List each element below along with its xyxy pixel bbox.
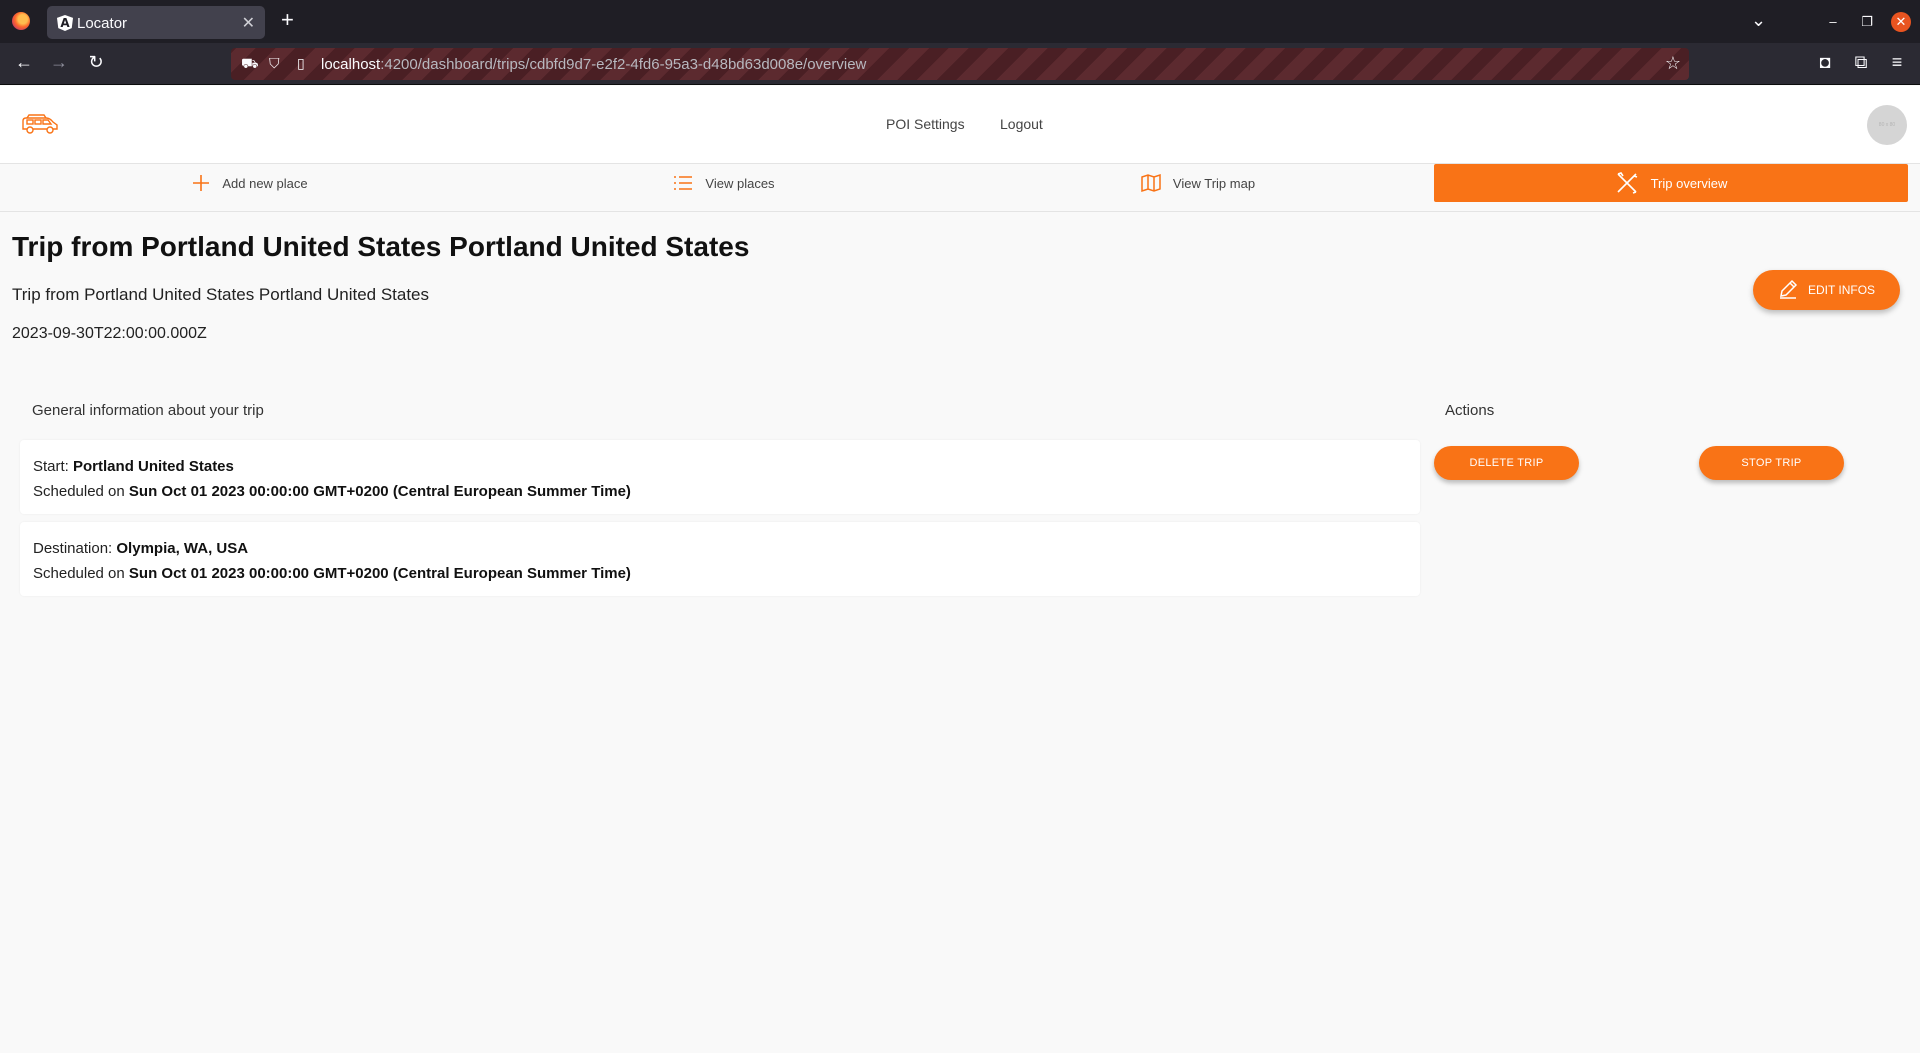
stop-trip-button[interactable]: STOP TRIP bbox=[1699, 446, 1844, 480]
app-header: POI Settings Logout 80 x 80 bbox=[0, 86, 1920, 164]
tab-close-icon[interactable]: ✕ bbox=[242, 13, 255, 33]
tab-view-trip-map[interactable]: View Trip map bbox=[961, 164, 1435, 202]
start-schedule: Sun Oct 01 2023 00:00:00 GMT+0200 (Centr… bbox=[128, 483, 631, 500]
destination-schedule-line: Scheduled on Sun Oct 01 2023 00:00:00 GM… bbox=[33, 565, 631, 582]
tab-trip-overview[interactable]: Trip overview bbox=[1434, 164, 1908, 202]
page-title: Trip from Portland United States Portlan… bbox=[12, 231, 750, 262]
shield-icon[interactable]: ⛉ bbox=[269, 55, 280, 72]
browser-tabbar: A Locator ✕ + ⌄ – ❐ ✕ bbox=[0, 0, 1920, 43]
trip-subnav: Add new place View places View Trip map … bbox=[0, 164, 1920, 212]
window-close-icon[interactable]: ✕ bbox=[1891, 12, 1911, 32]
tools-icon bbox=[1615, 171, 1639, 195]
tab-label: Trip overview bbox=[1650, 175, 1728, 191]
poi-settings-link[interactable]: POI Settings bbox=[886, 116, 965, 132]
start-line: Start: Portland United States bbox=[33, 458, 234, 475]
tab-label: View Trip map bbox=[1172, 175, 1256, 191]
edit-infos-button[interactable]: EDIT INFOS bbox=[1753, 270, 1900, 310]
pencil-icon bbox=[1778, 279, 1798, 302]
browser-tab[interactable]: A Locator ✕ bbox=[47, 6, 265, 39]
delete-trip-button[interactable]: DELETE TRIP bbox=[1434, 446, 1579, 480]
new-tab-icon[interactable]: + bbox=[281, 9, 294, 31]
start-card: Start: Portland United States Scheduled … bbox=[20, 440, 1420, 514]
actions-title: Actions bbox=[1445, 402, 1495, 419]
browser-navbar: ← → ↻ ⛟ ⛉ ▯ localhost:4200/dashboard/tri… bbox=[0, 43, 1920, 85]
avatar[interactable]: 80 x 80 bbox=[1867, 105, 1907, 145]
start-schedule-line: Scheduled on Sun Oct 01 2023 00:00:00 GM… bbox=[33, 483, 631, 500]
list-all-tabs-icon[interactable]: ⌄ bbox=[1751, 10, 1766, 31]
map-icon bbox=[1141, 173, 1161, 193]
url-text[interactable]: localhost:4200/dashboard/trips/cdbfd9d7-… bbox=[321, 56, 866, 73]
back-icon[interactable]: ← bbox=[12, 52, 36, 73]
trip-date: 2023-09-30T22:00:00.000Z bbox=[12, 325, 207, 342]
extensions-icon[interactable]: ⧉ bbox=[1849, 52, 1873, 73]
firefox-logo-icon[interactable] bbox=[12, 12, 30, 30]
start-place: Portland United States bbox=[73, 458, 234, 475]
restore-icon[interactable]: ❐ bbox=[1857, 12, 1877, 32]
list-icon bbox=[673, 175, 693, 191]
plus-icon bbox=[192, 174, 210, 192]
tab-label: View places bbox=[705, 175, 775, 191]
app-logo-icon[interactable] bbox=[20, 112, 60, 141]
tab-title: Locator bbox=[77, 15, 128, 32]
general-info-title: General information about your trip bbox=[32, 402, 264, 419]
angular-favicon-icon: A bbox=[57, 15, 73, 31]
tab-view-places[interactable]: View places bbox=[487, 164, 961, 202]
tab-label: Add new place bbox=[222, 175, 308, 191]
minimize-icon[interactable]: – bbox=[1823, 12, 1843, 32]
destination-card: Destination: Olympia, WA, USA Scheduled … bbox=[20, 522, 1420, 596]
destination-place: Olympia, WA, USA bbox=[116, 540, 249, 557]
reload-icon[interactable]: ↻ bbox=[84, 52, 108, 73]
bookmark-star-icon[interactable]: ☆ bbox=[1665, 53, 1681, 74]
tab-add-new-place[interactable]: Add new place bbox=[13, 164, 487, 202]
page-icon[interactable]: ▯ bbox=[297, 55, 305, 72]
edit-infos-label: EDIT INFOS bbox=[1807, 283, 1876, 297]
pocket-icon[interactable]: ◘ bbox=[1813, 52, 1837, 73]
url-bar[interactable]: ⛟ ⛉ ▯ localhost:4200/dashboard/trips/cdb… bbox=[231, 48, 1689, 80]
remote-control-icon[interactable]: ⛟ bbox=[241, 55, 259, 74]
destination-schedule: Sun Oct 01 2023 00:00:00 GMT+0200 (Centr… bbox=[128, 565, 631, 582]
trip-description: Trip from Portland United States Portlan… bbox=[12, 285, 430, 304]
destination-line: Destination: Olympia, WA, USA bbox=[33, 540, 249, 557]
menu-icon[interactable]: ≡ bbox=[1885, 52, 1909, 73]
forward-icon[interactable]: → bbox=[47, 52, 71, 73]
logout-link[interactable]: Logout bbox=[1000, 116, 1043, 132]
